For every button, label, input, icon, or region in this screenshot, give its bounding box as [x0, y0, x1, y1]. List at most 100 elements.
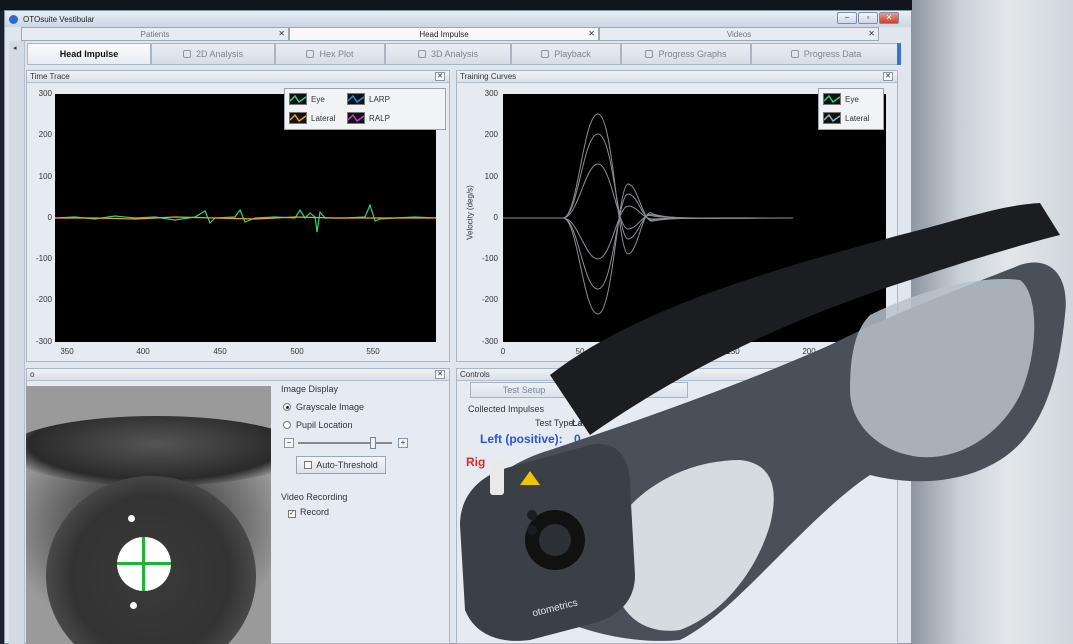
panel-header: o ✕ [27, 369, 449, 381]
doc-tab-videos[interactable]: Videos ✕ [599, 27, 879, 41]
radio-label: Pupil Location [296, 420, 353, 430]
y-tick: 200 [38, 130, 52, 139]
larp-swatch-icon [347, 93, 365, 105]
hex-icon [306, 50, 315, 58]
close-button[interactable]: ✕ [879, 12, 899, 24]
eye-camera-image[interactable] [26, 386, 271, 644]
tab-label: Hex Plot [319, 49, 354, 59]
panel-header: Time Trace ✕ [27, 71, 449, 83]
tab-head-impulse[interactable]: Head Impulse [27, 43, 151, 65]
tab-label: Head Impulse [59, 49, 119, 59]
panel-title: Training Curves [460, 72, 517, 81]
pupil-crosshair [117, 537, 171, 591]
x-tick: 350 [60, 347, 74, 356]
calibration-clip [490, 460, 504, 495]
slider-thumb[interactable] [370, 437, 376, 449]
pupil-location-radio[interactable]: Pupil Location [283, 420, 353, 430]
legend-label: Eye [311, 94, 325, 104]
doc-tab-patients[interactable]: Patients ✕ [21, 27, 289, 41]
auto-threshold-button[interactable]: Auto-Threshold [296, 456, 386, 474]
chevron-icon: ◂ [13, 45, 17, 52]
ralp-swatch-icon [347, 112, 365, 124]
y-tick: 200 [484, 130, 498, 139]
close-icon[interactable]: ✕ [278, 29, 285, 38]
x-tick: 550 [366, 347, 380, 356]
camera-lens-inner [539, 524, 571, 556]
plus-icon[interactable]: + [398, 438, 408, 448]
tab-playback[interactable]: Playback [511, 43, 621, 65]
tab-2d-analysis[interactable]: 2D Analysis [151, 43, 275, 65]
top-bezel [0, 0, 912, 10]
threshold-slider[interactable]: − + [284, 436, 410, 450]
cube-icon [417, 50, 426, 58]
legend-item-lateral: Lateral [289, 112, 335, 124]
tab-label: 3D Analysis [430, 49, 479, 59]
record-checkbox[interactable]: ✓ Record [288, 507, 329, 518]
lateral-swatch-icon [289, 112, 307, 124]
title-bar: OTOsuite Vestibular [5, 11, 911, 27]
close-icon[interactable]: ✕ [435, 72, 445, 81]
y-tick: 100 [484, 172, 498, 181]
legend-item-eye: Eye [289, 93, 325, 105]
x-tick: 500 [290, 347, 304, 356]
slider-track [298, 442, 392, 444]
legend-item-larp: LARP [347, 93, 390, 105]
y-tick: -100 [35, 254, 52, 263]
panel-header: Training Curves ✕ [457, 71, 897, 83]
sensor-dot [527, 510, 537, 520]
app-icon [9, 14, 18, 24]
tab-label: Progress Data [803, 49, 862, 59]
legend-item-ralp: RALP [347, 112, 390, 124]
accent-stripe [897, 43, 901, 65]
video-recording-title: Video Recording [281, 492, 348, 502]
close-icon[interactable]: ✕ [588, 29, 595, 38]
legend-label: Eye [845, 94, 859, 104]
legend-label: RALP [369, 113, 390, 123]
minimize-button[interactable]: − [837, 12, 857, 24]
eye-swatch-icon [289, 93, 307, 105]
close-icon[interactable]: ✕ [883, 72, 893, 81]
x-tick: 450 [213, 347, 227, 356]
legend-item-eye: Eye [823, 93, 859, 105]
time-trace-plot[interactable] [54, 94, 437, 342]
play-icon [541, 50, 550, 58]
legend-label: Lateral [845, 113, 870, 123]
checkbox-label: Record [300, 507, 330, 517]
doc-tab-head-impulse[interactable]: Head Impulse ✕ [289, 27, 599, 41]
y-tick: 0 [47, 213, 52, 222]
tab-progress-graphs[interactable]: Progress Graphs [621, 43, 751, 65]
minus-icon[interactable]: − [284, 438, 294, 448]
grayscale-radio[interactable]: Grayscale Image [283, 402, 364, 412]
tab-3d-analysis[interactable]: 3D Analysis [385, 43, 511, 65]
y-tick: -200 [35, 295, 52, 304]
training-legend: Eye Lateral [818, 88, 884, 130]
doc-tab-label: Patients [140, 29, 170, 39]
tab-progress-data[interactable]: Progress Data [751, 43, 901, 65]
table-icon [790, 50, 799, 58]
radio-icon [283, 421, 291, 429]
eye-swatch-icon [823, 93, 841, 105]
y-tick: 100 [38, 172, 52, 181]
legend-label: LARP [369, 94, 390, 104]
doc-tab-label: Head Impulse [419, 29, 469, 39]
image-display-title: Image Display [281, 384, 339, 394]
vhit-goggles-photo: otometrics [440, 195, 1073, 644]
tab-label: Playback [554, 49, 591, 59]
close-icon[interactable]: ✕ [868, 29, 875, 38]
panel-title: Time Trace [30, 72, 70, 81]
legend-label: Lateral [311, 113, 336, 123]
threshold-icon [304, 461, 313, 469]
button-label: Auto-Threshold [316, 460, 378, 470]
window-controls: − ▫ ✕ [837, 12, 899, 24]
x-tick: 400 [136, 347, 150, 356]
y-tick: -300 [35, 337, 52, 346]
checkbox-checked-icon: ✓ [288, 510, 296, 518]
lateral-swatch-icon [823, 112, 841, 124]
side-collapse-strip[interactable]: ◂ [9, 41, 25, 644]
analysis-tabs: Head Impulse 2D Analysis Hex Plot 3D Ana… [27, 43, 901, 65]
tab-hex-plot[interactable]: Hex Plot [275, 43, 385, 65]
maximize-button[interactable]: ▫ [858, 12, 878, 24]
document-tabs: Patients ✕ Head Impulse ✕ Videos ✕ [21, 27, 911, 41]
tab-label: Progress Graphs [658, 49, 727, 59]
panel-title: o [30, 370, 35, 379]
